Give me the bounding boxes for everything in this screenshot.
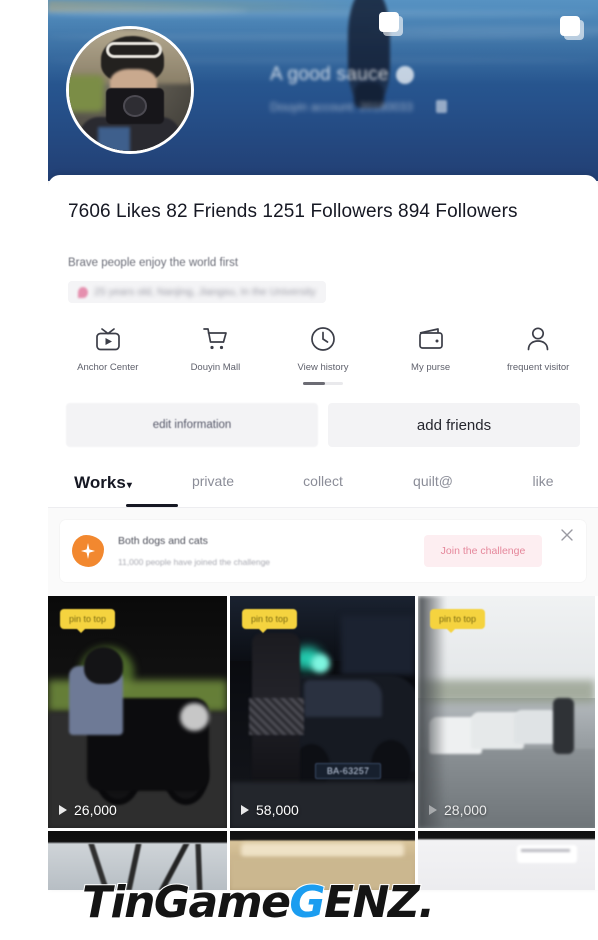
- tab-works[interactable]: Works▾: [48, 473, 158, 507]
- quick-action-scroll-indicator: [303, 382, 343, 385]
- video-cell[interactable]: BA-63257 pin to top 58,000: [230, 596, 418, 828]
- challenge-banner-area: Both dogs and cats 11,000 people have jo…: [48, 508, 598, 596]
- pin-to-top-badge: pin to top: [60, 609, 116, 633]
- video-view-count: 58,000: [241, 802, 299, 818]
- challenge-banner-text: Both dogs and cats 11,000 people have jo…: [118, 535, 270, 567]
- video-thumbnail: [418, 831, 595, 890]
- join-challenge-button[interactable]: Join the challenge: [424, 535, 542, 567]
- tab-collect[interactable]: collect: [268, 473, 378, 507]
- content-tabs: Works▾ private collect quilt@ like: [48, 447, 598, 507]
- wallet-icon: [416, 325, 446, 353]
- quick-action-label: View history: [297, 362, 349, 373]
- challenge-banner[interactable]: Both dogs and cats 11,000 people have jo…: [60, 520, 586, 582]
- watermark-part-3: ENZ.: [323, 877, 436, 928]
- active-tab-underline: [126, 504, 178, 507]
- profile-action-buttons: edit information add friends: [48, 385, 598, 447]
- license-plate: BA-63257: [315, 763, 382, 780]
- quick-action-my-purse[interactable]: My purse: [377, 325, 485, 373]
- close-icon[interactable]: [556, 524, 578, 546]
- avatar-foliage: [69, 75, 105, 112]
- location-pin-icon: [78, 286, 88, 298]
- avatar-shirt: [98, 126, 130, 151]
- quick-action-label: frequent visitor: [507, 362, 570, 373]
- screenshot-root: A good sauce Douyin account: 20180033 76…: [0, 0, 598, 940]
- edit-information-button[interactable]: edit information: [66, 403, 318, 447]
- add-friends-button[interactable]: add friends: [328, 403, 580, 447]
- cover-account-id: Douyin account: 20180033: [270, 100, 413, 114]
- anchor-center-icon: [93, 325, 123, 353]
- douyin-profile-app: A good sauce Douyin account: 20180033 76…: [48, 0, 598, 940]
- tab-label: Works: [74, 473, 126, 492]
- video-view-count: 26,000: [59, 802, 117, 818]
- tab-quilt-at[interactable]: quilt@: [378, 473, 488, 507]
- view-count-value: 58,000: [256, 802, 299, 818]
- sparkle-flower-icon: [72, 535, 104, 567]
- profile-tag-text: 25 years old, Nanjing, Jiangsu, In the U…: [94, 286, 316, 298]
- verified-badge-icon: [396, 66, 414, 84]
- chevron-down-icon: ▾: [126, 480, 132, 491]
- profile-sheet: 7606 Likes 82 Friends 1251 Followers 894…: [48, 175, 598, 890]
- play-icon: [429, 805, 437, 815]
- person-icon: [523, 325, 553, 353]
- video-view-count: 28,000: [429, 802, 487, 818]
- clock-icon: [308, 325, 338, 353]
- tab-private[interactable]: private: [158, 473, 268, 507]
- quick-action-anchor-center[interactable]: Anchor Center: [54, 325, 162, 373]
- video-multiselect-checkbox[interactable]: [379, 12, 403, 36]
- video-multiselect-checkbox[interactable]: [560, 16, 584, 40]
- profile-stats: 7606 Likes 82 Friends 1251 Followers 894…: [68, 201, 518, 222]
- quick-action-label: My purse: [411, 362, 451, 373]
- avatar-camera-lens: [122, 94, 148, 117]
- cover-username: A good sauce: [270, 64, 389, 85]
- profile-tag-row: 25 years old, Nanjing, Jiangsu, In the U…: [48, 269, 598, 303]
- quick-action-row: Anchor Center Douyin Mall View history M…: [48, 303, 598, 373]
- quick-action-label: Anchor Center: [77, 362, 139, 373]
- tab-like[interactable]: like: [488, 473, 598, 507]
- play-icon: [241, 805, 249, 815]
- view-count-value: 28,000: [444, 802, 487, 818]
- profile-cover[interactable]: A good sauce Douyin account: 20180033: [48, 0, 598, 181]
- site-watermark: TinGameGENZ.: [81, 880, 436, 926]
- shopping-cart-icon: [200, 325, 230, 353]
- video-cell[interactable]: [418, 828, 598, 890]
- profile-bio: Brave people enjoy the world first: [68, 257, 239, 269]
- watermark-part-1: TinGame: [81, 877, 292, 928]
- video-cell[interactable]: pin to top 26,000: [48, 596, 230, 828]
- quick-action-view-history[interactable]: View history: [269, 325, 377, 373]
- avatar[interactable]: [66, 26, 194, 154]
- pin-to-top-badge: pin to top: [430, 609, 486, 633]
- video-grid: pin to top 26,000 BA-63257 pin to top 58…: [48, 596, 598, 890]
- challenge-title: Both dogs and cats: [118, 535, 208, 547]
- view-count-value: 26,000: [74, 802, 117, 818]
- checkbox-stack-front: [560, 16, 580, 36]
- watermark-part-2: G: [288, 877, 326, 928]
- quick-action-frequent-visitor[interactable]: frequent visitor: [484, 325, 592, 373]
- copy-icon[interactable]: [436, 100, 447, 113]
- challenge-subtitle: 11,000 people have joined the challenge: [118, 557, 271, 567]
- avatar-goggles: [105, 42, 162, 59]
- profile-info-tag[interactable]: 25 years old, Nanjing, Jiangsu, In the U…: [68, 281, 326, 303]
- video-cell[interactable]: pin to top 28,000: [418, 596, 598, 828]
- video-thumbnail: [418, 596, 595, 828]
- video-thumbnail: [48, 596, 227, 828]
- quick-action-label: Douyin Mall: [190, 362, 241, 373]
- checkbox-stack-front: [379, 12, 399, 32]
- pin-to-top-badge: pin to top: [242, 609, 298, 633]
- play-icon: [59, 805, 67, 815]
- quick-action-douyin-mall[interactable]: Douyin Mall: [162, 325, 270, 373]
